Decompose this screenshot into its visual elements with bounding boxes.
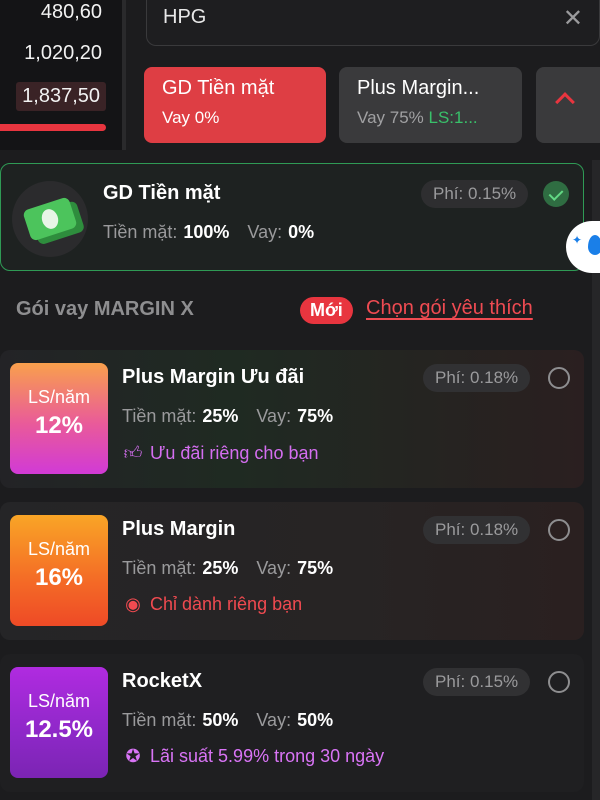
loan-label: Vay:	[256, 406, 292, 426]
margin-package-card[interactable]: LS/năm 12% Plus Margin Ưu đãi Phí: 0.18%…	[0, 350, 584, 488]
loan-label: Vay:	[256, 558, 292, 578]
rate-label: LS/năm	[27, 691, 91, 711]
package-title: Plus Margin	[122, 518, 236, 540]
symbol-search-input[interactable]: HPG ✕	[146, 0, 600, 46]
select-radio[interactable]	[548, 519, 570, 541]
tab-cash-trading[interactable]: GD Tiền mặt Vay 0%	[144, 67, 326, 143]
volume-bar	[0, 124, 106, 131]
tab-subtitle: Vay 75% LS:1...	[357, 108, 504, 128]
tab-title: Plus Margin...	[357, 77, 480, 99]
package-title: Plus Margin Ưu đãi	[122, 366, 305, 388]
collapse-button[interactable]	[536, 67, 600, 143]
cash-label: Tiền mặt:	[103, 222, 178, 242]
margin-package-card[interactable]: LS/năm 16% Plus Margin Phí: 0.18% Tiền m…	[0, 502, 584, 640]
interest-rate-tile: LS/năm 12.5%	[10, 667, 108, 778]
loan-text: Vay 75%	[357, 108, 424, 127]
price-level[interactable]: 1,020,20	[24, 42, 102, 65]
cash-value: 50%	[202, 710, 239, 730]
margin-package-card[interactable]: LS/năm 12.5% RocketX Phí: 0.15% Tiền mặt…	[0, 654, 584, 792]
check-icon	[543, 181, 569, 207]
loan-label: Vay:	[247, 222, 283, 242]
cash-value: 25%	[202, 406, 239, 426]
promo-text: Lãi suất 5.99% trong 30 ngày	[150, 746, 385, 766]
promo-text: Chỉ dành riêng bạn	[150, 594, 303, 614]
divider	[122, 0, 126, 150]
promo-line: ◉ Chỉ dành riêng bạn	[122, 594, 302, 615]
interest-text: LS:1...	[428, 108, 478, 127]
choose-favorite-link[interactable]: Chọn gói yêu thích	[366, 297, 533, 320]
loan-value: 75%	[297, 558, 334, 578]
loan-value: 0%	[288, 222, 315, 242]
price-level[interactable]: 480,60	[41, 1, 102, 24]
thumbs-up-icon: 👍︎	[123, 443, 143, 463]
select-radio[interactable]	[548, 367, 570, 389]
loan-value: 75%	[297, 406, 334, 426]
option-title: GD Tiền mặt	[103, 182, 221, 204]
cash-label: Tiền mặt:	[122, 406, 197, 426]
cash-value: 25%	[202, 558, 239, 578]
search-value: HPG	[163, 6, 207, 28]
rate-value: 12%	[34, 412, 84, 439]
fee-badge: Phí: 0.15%	[423, 668, 531, 696]
ratio-line: Tiền mặt: 100% Vay: 0%	[103, 222, 332, 243]
tab-subtitle: Vay 0%	[162, 108, 220, 127]
loan-value: 50%	[297, 710, 334, 730]
interest-rate-tile: LS/năm 12%	[10, 363, 108, 474]
rate-value: 16%	[34, 564, 84, 591]
loan-label: Vay:	[256, 710, 292, 730]
discount-badge-icon: ✪	[125, 746, 141, 766]
package-title: RocketX	[122, 670, 203, 692]
price-column: 480,60 1,020,20 1,837,50	[0, 0, 122, 150]
promo-line: ✪ Lãi suất 5.99% trong 30 ngày	[122, 746, 384, 767]
sparkle-icon: ✦	[572, 233, 583, 247]
fee-badge: Phí: 0.18%	[423, 516, 531, 544]
promo-text: Ưu đãi riêng cho bạn	[150, 443, 319, 463]
section-title: Gói vay MARGIN X	[16, 298, 194, 320]
tab-plus-margin[interactable]: Plus Margin... Vay 75% LS:1...	[339, 67, 522, 143]
cash-trading-option-selected[interactable]: GD Tiền mặt Phí: 0.15% Tiền mặt: 100% Vay:…	[0, 163, 584, 271]
cash-label: Tiền mặt:	[122, 710, 197, 730]
price-level-highlighted[interactable]: 1,837,50	[16, 82, 106, 111]
cash-value: 100%	[183, 222, 230, 242]
ratio-line: Tiền mặt: 25% Vay: 75%	[122, 406, 351, 427]
cash-label: Tiền mặt:	[122, 558, 197, 578]
fee-badge: Phí: 0.15%	[421, 180, 529, 208]
drop-icon	[588, 235, 600, 255]
user-icon: ◉	[125, 594, 141, 614]
close-icon[interactable]: ✕	[563, 4, 583, 33]
select-radio[interactable]	[548, 671, 570, 693]
rate-label: LS/năm	[27, 387, 91, 407]
rate-label: LS/năm	[27, 539, 91, 559]
ratio-line: Tiền mặt: 50% Vay: 50%	[122, 710, 351, 731]
rate-value: 12.5%	[24, 716, 94, 743]
tab-title: GD Tiền mặt	[162, 77, 275, 99]
promo-line: 👍︎ Ưu đãi riêng cho bạn	[122, 442, 319, 464]
chevron-up-icon	[555, 92, 575, 112]
fee-badge: Phí: 0.18%	[423, 364, 531, 392]
new-badge: Mới	[300, 297, 353, 324]
interest-rate-tile: LS/năm 16%	[10, 515, 108, 626]
money-icon	[12, 181, 88, 257]
ratio-line: Tiền mặt: 25% Vay: 75%	[122, 558, 351, 579]
